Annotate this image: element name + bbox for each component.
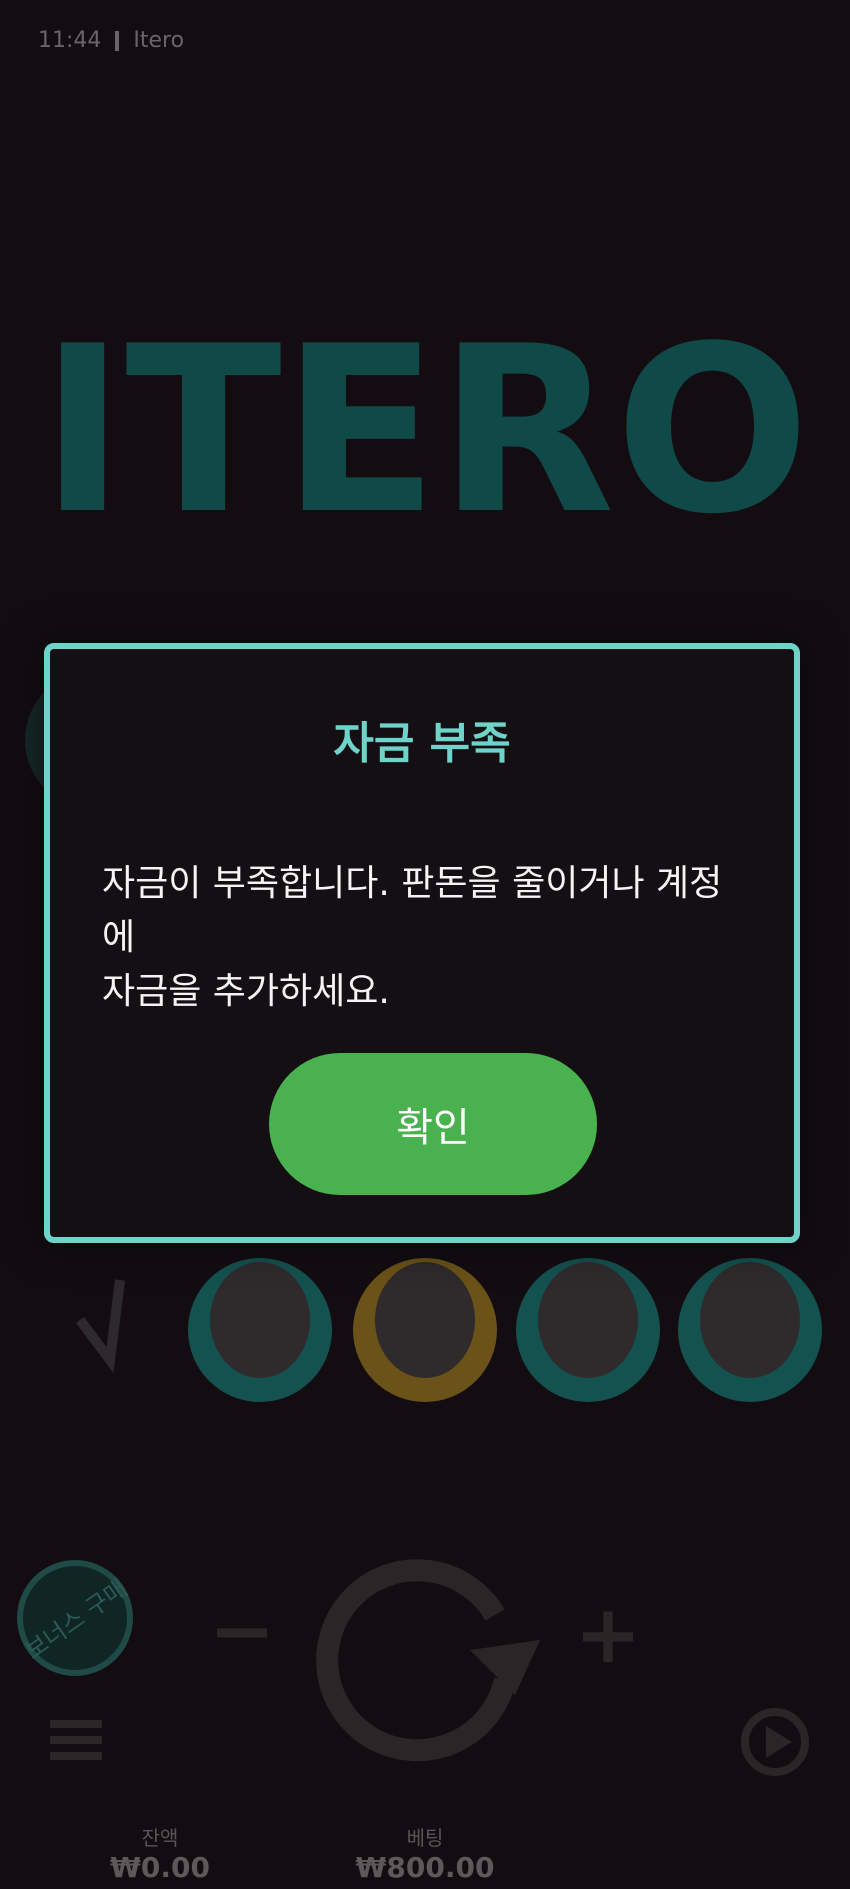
increase-bet-button[interactable]: + [574, 1588, 641, 1681]
insufficient-funds-dialog: 자금 부족 자금이 부족합니다. 판돈을 줄이거나 계정에 자금을 추가하세요.… [44, 643, 800, 1243]
dialog-message-line-2: 자금을 추가하세요. [102, 971, 390, 1012]
dialog-message: 자금이 부족합니다. 판돈을 줄이거나 계정에 자금을 추가하세요. [102, 857, 742, 1019]
bet-display: 베팅 ₩800.00 [350, 1822, 500, 1884]
game-logo: ITERO [40, 330, 810, 530]
status-time: 11:44 [38, 28, 102, 53]
menu-icon[interactable] [50, 1720, 102, 1760]
status-app-name: Itero [133, 28, 185, 53]
autoplay-icon[interactable] [741, 1708, 809, 1776]
statue-face [210, 1262, 310, 1378]
check-symbol [76, 1279, 125, 1373]
dialog-title: 자금 부족 [333, 718, 511, 769]
spin-arrow-icon [316, 1559, 516, 1762]
bet-value: ₩800.00 [355, 1851, 495, 1884]
spin-button[interactable] [316, 1559, 540, 1762]
balance-display: 잔액 ₩0.00 [100, 1822, 220, 1884]
decrease-bet-button[interactable]: − [208, 1584, 275, 1677]
bet-label: 베팅 [406, 1826, 444, 1850]
dialog-message-line-1: 자금이 부족합니다. 판돈을 줄이거나 계정에 [102, 863, 723, 958]
game-logo-text: ITERO [40, 330, 810, 530]
status-bar: 11:44 Itero [38, 28, 184, 53]
bonus-buy-button[interactable]: 보너스 구매 [17, 1560, 133, 1676]
status-divider [115, 30, 120, 51]
balance-label: 잔액 [141, 1826, 179, 1850]
statue-face [375, 1262, 475, 1378]
statue-face [538, 1262, 638, 1378]
statue-face [700, 1262, 800, 1378]
confirm-button[interactable]: 확인 [269, 1053, 597, 1195]
balance-value: ₩0.00 [110, 1851, 210, 1884]
